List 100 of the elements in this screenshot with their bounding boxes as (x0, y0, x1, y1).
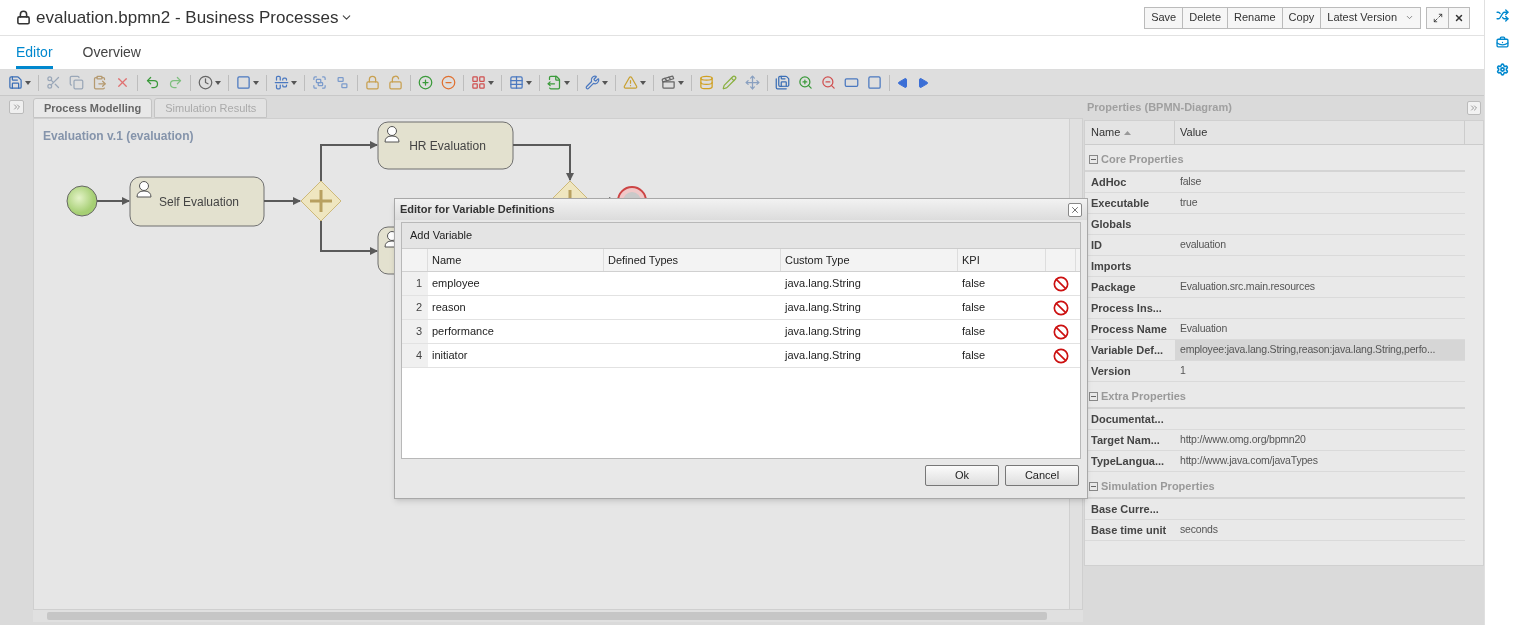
parallel-gateway[interactable] (300, 180, 342, 222)
version-dropdown[interactable]: Latest Version (1320, 6, 1421, 29)
table-cell[interactable]: false (958, 323, 1046, 340)
clock-icon (198, 75, 213, 90)
panel-title: Properties (BPMN-Diagram) (1087, 100, 1232, 116)
property-name: AdHoc (1091, 174, 1127, 190)
property-row[interactable]: Version 1 (1085, 361, 1465, 382)
group-icon (312, 75, 327, 90)
property-row[interactable]: Base Curre... (1085, 499, 1465, 520)
column-header[interactable]: Custom Type (781, 249, 958, 271)
maximize-button[interactable] (1426, 6, 1449, 29)
column-header[interactable]: Name (1085, 121, 1175, 144)
column-header[interactable]: Value (1175, 121, 1465, 144)
shape-icon (236, 75, 251, 90)
collapse-group-icon[interactable] (1089, 391, 1098, 401)
modelling-tab[interactable]: Process Modelling (33, 98, 153, 118)
property-name: Version (1091, 363, 1131, 379)
redo-icon (168, 75, 183, 90)
property-row[interactable]: Imports (1085, 256, 1465, 277)
table-cell[interactable]: performance (428, 323, 604, 340)
toolbar-button[interactable]: Rename (1227, 6, 1283, 29)
property-row[interactable]: Documentat... (1085, 409, 1465, 430)
row-number: 3 (402, 320, 428, 343)
property-name: TypeLangua... (1091, 453, 1165, 469)
property-value: false (1180, 174, 1202, 190)
table-cell[interactable]: initiator (428, 347, 604, 364)
table-cell[interactable]: java.lang.String (781, 275, 958, 292)
property-name: Process Ins... (1091, 300, 1162, 316)
task-box[interactable] (377, 121, 514, 170)
toolbar-button[interactable]: Copy (1281, 6, 1322, 29)
property-value: 1 (1180, 363, 1186, 379)
editor-tab[interactable]: Overview (82, 36, 141, 69)
property-row[interactable]: Globals (1085, 214, 1465, 235)
property-name: Target Nam... (1091, 432, 1160, 448)
fit-icon (867, 75, 882, 90)
table-cell[interactable]: java.lang.String (781, 299, 958, 316)
move-icon (745, 75, 760, 90)
copy-icon (69, 75, 84, 90)
table-cell[interactable]: java.lang.String (781, 323, 958, 340)
sort-ascending-icon (1124, 130, 1132, 135)
column-header[interactable]: Name (428, 249, 604, 271)
table-icon (509, 75, 524, 90)
dropdown-caret-icon (526, 80, 532, 85)
property-value: http://www.java.com/javaTypes (1180, 453, 1318, 469)
property-row[interactable]: Package Evaluation.src.main.resources (1085, 277, 1465, 298)
collapse-group-icon[interactable] (1089, 154, 1098, 164)
ok-button[interactable]: Ok (925, 465, 999, 486)
add-variable-button[interactable]: Add Variable (410, 227, 473, 244)
property-row[interactable]: Process Ins... (1085, 298, 1465, 319)
row-number: 1 (402, 272, 428, 295)
property-row[interactable]: Executable true (1085, 193, 1465, 214)
dropdown-caret-icon (291, 80, 297, 85)
align-icon (274, 75, 289, 90)
sequence-arrow (320, 220, 378, 255)
table-cell[interactable]: reason (428, 299, 604, 316)
group-title: Simulation Properties (1101, 478, 1215, 494)
property-row[interactable]: Target Nam... http://www.omg.org/bpmn20 (1085, 430, 1465, 451)
shuffle-icon[interactable] (1495, 9, 1509, 22)
pencil-icon (722, 75, 737, 90)
dropdown-caret-icon (564, 80, 570, 85)
close-icon (1454, 12, 1464, 23)
sequence-arrow (512, 144, 574, 181)
collapse-panel-button[interactable] (1467, 100, 1481, 115)
property-name: Variable Def... (1091, 342, 1164, 358)
save-all-icon (775, 75, 790, 90)
delete-icon (1053, 299, 1069, 316)
table-cell[interactable]: false (958, 347, 1046, 364)
collapse-group-icon[interactable] (1089, 481, 1098, 491)
column-header[interactable]: KPI (958, 249, 1046, 271)
property-row[interactable]: Base time unit seconds (1085, 520, 1465, 541)
task-label: HR Evaluation (409, 138, 486, 153)
settings-icon[interactable] (1495, 63, 1509, 76)
property-row[interactable]: TypeLangua... http://www.java.com/javaTypes (1085, 451, 1465, 472)
briefcase-icon[interactable] (1495, 36, 1509, 49)
table-cell[interactable]: java.lang.String (781, 347, 958, 364)
start-event[interactable] (66, 185, 98, 217)
collapse-icon (1469, 102, 1479, 113)
expand-panel-button[interactable] (9, 100, 24, 114)
task-box[interactable] (129, 176, 265, 227)
row-number: 4 (402, 344, 428, 367)
remove-point-icon (441, 75, 456, 90)
property-value: Evaluation.src.main.resources (1180, 279, 1315, 295)
table-cell[interactable]: employee (428, 275, 604, 292)
property-row[interactable]: ID evaluation (1085, 235, 1465, 256)
cancel-button[interactable]: Cancel (1005, 465, 1079, 486)
group-title: Extra Properties (1101, 388, 1186, 404)
table-cell[interactable]: false (958, 275, 1046, 292)
close-button[interactable] (1448, 6, 1470, 29)
dropdown-caret-icon (253, 80, 259, 85)
property-row[interactable]: AdHoc false (1085, 172, 1465, 193)
property-name: Base time unit (1091, 522, 1167, 538)
row-number: 2 (402, 296, 428, 319)
property-name: Base Curre... (1091, 501, 1159, 517)
horizontal-scrollbar[interactable] (33, 610, 1083, 622)
next-icon (917, 76, 929, 89)
table-cell[interactable]: false (958, 299, 1046, 316)
toolbar-button[interactable]: Delete (1182, 6, 1228, 29)
grid-icon (471, 75, 486, 90)
column-header[interactable]: Defined Types (604, 249, 781, 271)
toolbar-button[interactable]: Save (1144, 6, 1184, 29)
